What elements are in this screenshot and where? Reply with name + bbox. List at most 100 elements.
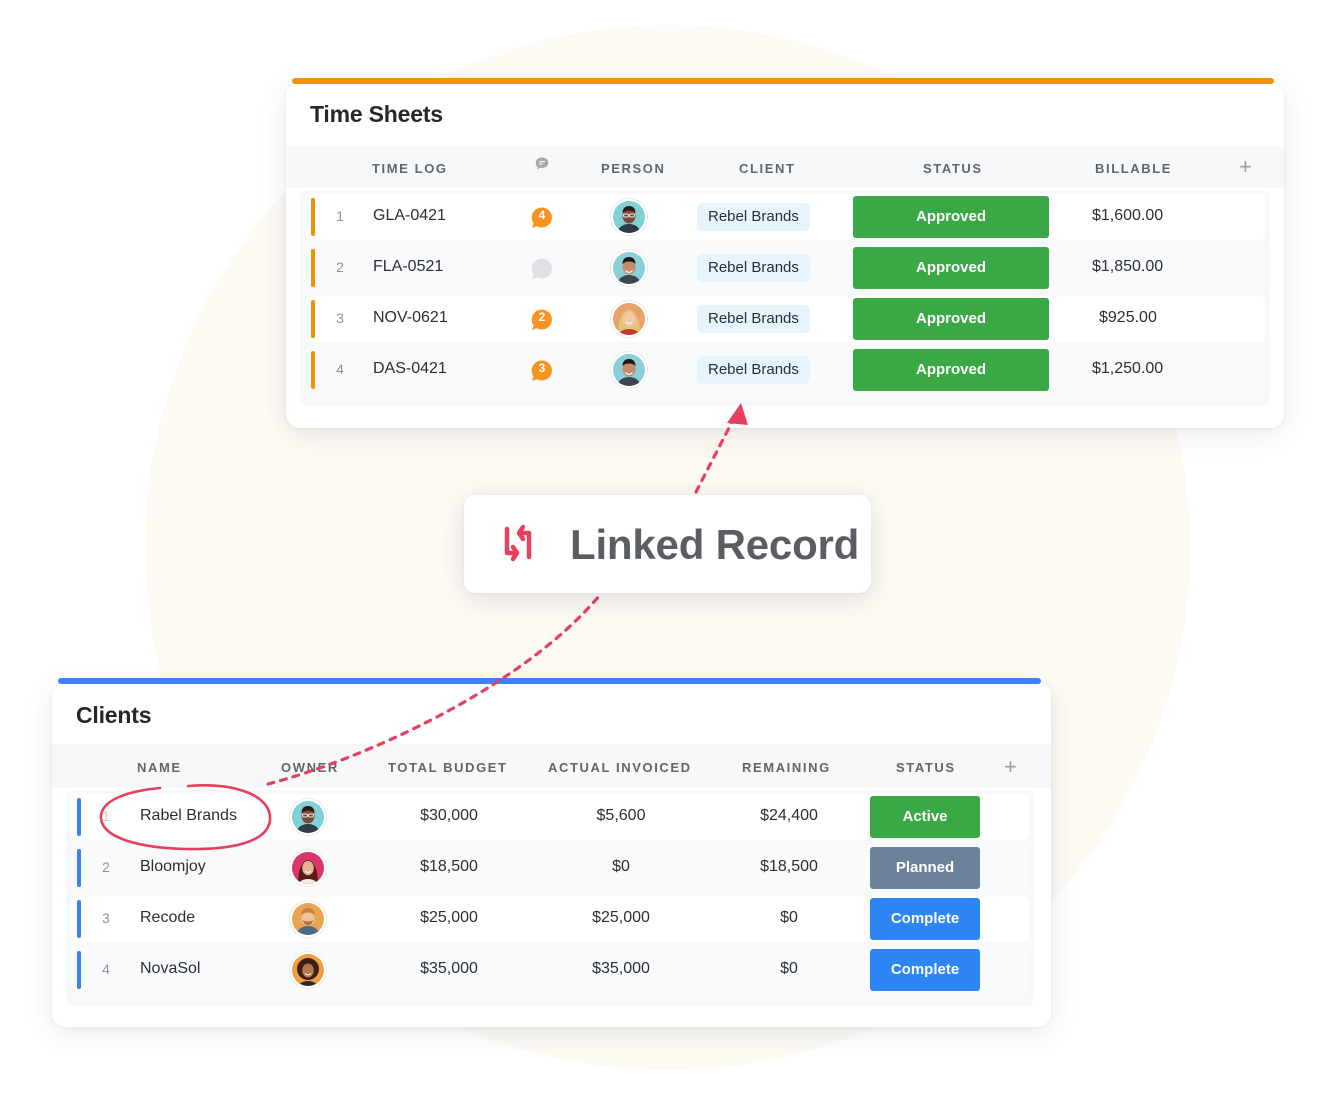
column-header-remaining[interactable]: REMAINING (742, 760, 831, 775)
add-column-plus-icon[interactable]: + (1004, 756, 1017, 778)
billable-cell: $1,250.00 (1092, 360, 1164, 377)
row-marker (77, 951, 81, 989)
status-approved-button[interactable]: Approved (853, 247, 1049, 289)
row-marker (77, 798, 81, 836)
avatar-man-glasses[interactable] (290, 799, 326, 835)
status-complete-button[interactable]: Complete (870, 898, 980, 940)
status-approved-button[interactable]: Approved (853, 349, 1049, 391)
sync-icon (504, 524, 532, 562)
column-header-total-budget[interactable]: TOTAL BUDGET (388, 760, 508, 775)
comment-count-badge[interactable]: 3 (530, 359, 554, 381)
row-marker (311, 351, 315, 389)
client-name-cell[interactable]: Rabel Brands (140, 807, 237, 825)
comment-count-badge[interactable]: 4 (530, 206, 554, 228)
status-active-button[interactable]: Active (870, 796, 980, 838)
actual-invoiced-cell: $25,000 (592, 909, 650, 926)
status-approved-button[interactable]: Approved (853, 298, 1049, 340)
avatar-man-smiling[interactable] (611, 250, 647, 286)
status-complete-button[interactable]: Complete (870, 949, 980, 991)
comment-count: 4 (538, 208, 546, 222)
row-number: 4 (336, 361, 344, 377)
time-sheets-accent-bar (292, 78, 1274, 84)
status-approved-button[interactable]: Approved (853, 196, 1049, 238)
client-link-chip[interactable]: Rebel Brands (697, 356, 810, 384)
client-name-cell[interactable]: Bloomjoy (140, 858, 206, 876)
total-budget-cell: $35,000 (420, 960, 478, 977)
column-header-time-log[interactable]: TIME LOG (372, 161, 448, 176)
table-row[interactable]: 3 NOV-0621 2 Rebel Brands Approved $925.… (305, 296, 1265, 342)
avatar-man-glasses[interactable] (611, 199, 647, 235)
billable-cell: $1,850.00 (1092, 258, 1164, 275)
column-header-billable[interactable]: BILLABLE (1095, 161, 1172, 176)
client-link-chip[interactable]: Rebel Brands (697, 254, 810, 282)
row-number: 3 (102, 910, 110, 926)
avatar-woman-blonde[interactable] (611, 301, 647, 337)
table-row[interactable]: 1 GLA-0421 4 Rebel Brands Approved $1,60… (305, 194, 1265, 240)
comment-empty-icon[interactable] (530, 257, 554, 279)
client-name-cell[interactable]: NovaSol (140, 960, 200, 978)
avatar-man-smiling[interactable] (611, 352, 647, 388)
row-number: 1 (102, 808, 110, 824)
column-header-person[interactable]: PERSON (601, 161, 666, 176)
status-planned-button[interactable]: Planned (870, 847, 980, 889)
time-sheets-header-row: TIME LOG PERSON CLIENT STATUS BILLABLE + (286, 146, 1284, 188)
row-marker (77, 849, 81, 887)
comment-icon (534, 156, 550, 175)
table-row[interactable]: 4 DAS-0421 3 Rebel Brands Approved $1,25… (305, 347, 1265, 393)
time-log-cell[interactable]: DAS-0421 (373, 360, 447, 378)
table-row[interactable]: 1 Rabel Brands $30,000 $5,600 $24,400 Ac… (71, 794, 1029, 840)
billable-cell: $1,600.00 (1092, 207, 1164, 224)
row-number: 3 (336, 310, 344, 326)
actual-invoiced-cell: $35,000 (592, 960, 650, 977)
row-number: 4 (102, 961, 110, 977)
table-row[interactable]: 3 Recode $25,000 $25,000 $0 Complete (71, 896, 1029, 942)
time-log-cell[interactable]: GLA-0421 (373, 207, 446, 225)
time-sheets-panel: Time Sheets TIME LOG PERSON CLIENT STATU… (286, 78, 1284, 428)
row-number: 1 (336, 208, 344, 224)
row-number: 2 (336, 259, 344, 275)
column-header-owner[interactable]: OWNER (281, 760, 339, 775)
table-row[interactable]: 4 NovaSol $35,000 $35,000 $0 Complete (71, 947, 1029, 993)
clients-rows: 1 Rabel Brands $30,000 $5,600 $24,400 Ac… (66, 790, 1034, 1006)
time-log-cell[interactable]: FLA-0521 (373, 258, 443, 276)
billable-cell: $925.00 (1099, 309, 1157, 326)
time-sheets-title: Time Sheets (310, 101, 443, 127)
remaining-cell: $0 (780, 960, 798, 977)
row-marker (311, 249, 315, 287)
row-marker (311, 198, 315, 236)
time-sheets-rows: 1 GLA-0421 4 Rebel Brands Approved $1,60… (300, 190, 1270, 406)
clients-title: Clients (76, 702, 152, 728)
column-header-actual-invoiced[interactable]: ACTUAL INVOICED (548, 760, 692, 775)
column-header-name[interactable]: NAME (137, 760, 182, 775)
total-budget-cell: $30,000 (420, 807, 478, 824)
client-link-chip[interactable]: Rebel Brands (697, 305, 810, 333)
clients-header-row: NAME OWNER TOTAL BUDGET ACTUAL INVOICED … (52, 744, 1051, 788)
row-marker (311, 300, 315, 338)
time-log-cell[interactable]: NOV-0621 (373, 309, 448, 327)
column-header-status[interactable]: STATUS (896, 760, 956, 775)
table-row[interactable]: 2 FLA-0521 Rebel Brands Approved $1,850.… (305, 245, 1265, 291)
avatar-woman-curly[interactable] (290, 952, 326, 988)
comment-count: 3 (538, 361, 546, 375)
linked-record-label: Linked Record (570, 521, 860, 568)
row-marker (77, 900, 81, 938)
remaining-cell: $24,400 (760, 807, 818, 824)
column-header-status[interactable]: STATUS (923, 161, 983, 176)
client-name-cell[interactable]: Recode (140, 909, 195, 927)
comment-count: 2 (538, 310, 546, 324)
add-column-plus-icon[interactable]: + (1239, 156, 1252, 178)
actual-invoiced-cell: $0 (612, 858, 630, 875)
table-row[interactable]: 2 Bloomjoy $18,500 $0 $18,500 Planned (71, 845, 1029, 891)
remaining-cell: $0 (780, 909, 798, 926)
actual-invoiced-cell: $5,600 (596, 807, 646, 824)
client-link-chip[interactable]: Rebel Brands (697, 203, 810, 231)
avatar-man-beard[interactable] (290, 901, 326, 937)
total-budget-cell: $18,500 (420, 858, 478, 875)
clients-panel: Clients NAME OWNER TOTAL BUDGET ACTUAL I… (52, 678, 1051, 1027)
avatar-woman-red[interactable] (290, 850, 326, 886)
column-header-client[interactable]: CLIENT (739, 161, 796, 176)
linked-record-card: Linked Record (464, 495, 871, 593)
comment-count-badge[interactable]: 2 (530, 308, 554, 330)
total-budget-cell: $25,000 (420, 909, 478, 926)
clients-accent-bar (58, 678, 1041, 684)
